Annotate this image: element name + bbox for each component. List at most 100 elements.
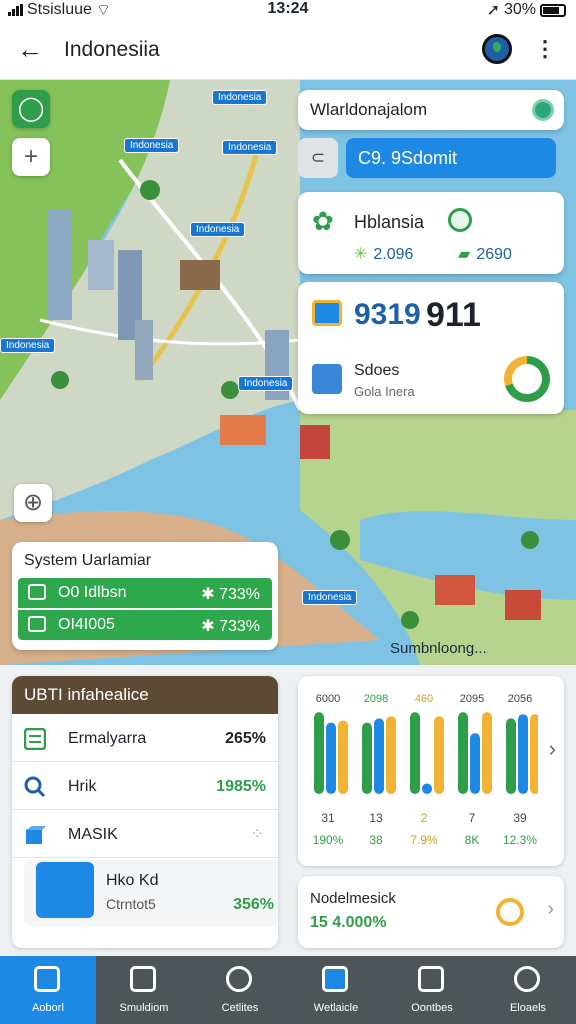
region-stat-1: ✳ 2.096 — [354, 246, 414, 263]
chart-top-label: 460 — [415, 693, 433, 705]
summary-value: 15 4.000% — [310, 914, 387, 931]
stats-card[interactable]: 9319 911 Sdoes Gola Inera — [298, 282, 564, 414]
chart-bar[interactable] — [422, 783, 432, 795]
bar-chart-panel: 6000 2098 460 2095 2056 31 13 2 7 39 190% 38 7.9% 8K 1… — [298, 676, 564, 866]
home-icon — [34, 966, 60, 992]
chart-bar[interactable] — [386, 716, 396, 794]
chart-bar[interactable] — [374, 718, 384, 794]
chart-bar[interactable] — [506, 718, 516, 794]
chart-bar[interactable] — [518, 714, 528, 794]
list-item[interactable]: Hrik 1985% — [12, 764, 278, 810]
battery-percent: 30% — [503, 1, 536, 18]
map-pin-label[interactable]: Indonesia — [190, 222, 246, 237]
chart-bar[interactable] — [326, 722, 336, 794]
map-footer-label: Sumbnloong... — [390, 640, 487, 657]
infrastructure-title: UBTI infahealice — [12, 676, 278, 714]
list-icon — [24, 728, 46, 750]
chart-top-label: 2098 — [364, 693, 388, 705]
page-title: Indonesiia — [64, 38, 160, 61]
system-card-title: System Uarlamiar — [24, 552, 152, 569]
chart-bottom-label: 7 — [469, 811, 476, 825]
donut-chart-icon — [504, 356, 550, 402]
nav-item-vehicle[interactable]: Wetlaicle — [288, 956, 384, 1024]
region-card[interactable]: ✿ Hblansia ✳ 2.096 ▰ 2690 — [298, 192, 564, 274]
region-stat-2: ▰ 2690 — [458, 246, 512, 263]
search-icon[interactable]: ⊂ — [298, 138, 338, 178]
nav-item-profile[interactable]: Eloaels — [480, 956, 576, 1024]
ring-icon — [496, 898, 524, 926]
vehicle-icon — [322, 966, 348, 992]
chart-bottom-label: 13 — [369, 811, 383, 825]
globe-icon[interactable] — [482, 34, 512, 64]
back-arrow-icon[interactable]: ← — [14, 34, 46, 66]
bottom-navigation: Aoborl Smuldiom Cetlites Wetlaicle Oontb… — [0, 956, 576, 1024]
region-name: Hblansia — [354, 212, 425, 232]
location-badge-icon — [532, 99, 554, 121]
chart-percent-label: 38 — [369, 833, 383, 847]
status-bar: Stsisluue ⌔ 13:24 ➚ 30% — [0, 0, 576, 22]
summary-card[interactable]: Nodelmesick 15 4.000% › — [298, 876, 564, 948]
grid-dots-icon[interactable]: ⁘ — [251, 824, 266, 844]
list-item[interactable]: MASIK ⁘ — [12, 812, 278, 858]
stats-sublabel: Gola Inera — [354, 384, 415, 399]
map-pin-label[interactable]: Indonesia — [222, 140, 278, 155]
map-pin-label[interactable]: Indonesia — [124, 138, 180, 153]
chart-bar[interactable] — [530, 714, 538, 794]
box-icon — [26, 826, 46, 844]
chart-bar[interactable] — [338, 720, 348, 795]
nav-item-cities[interactable]: Cetlites — [192, 956, 288, 1024]
map-pin-label[interactable]: Indonesia — [238, 376, 294, 391]
search-card-label: Wlarldonajalom — [310, 100, 428, 119]
stats-value-1: 9319 — [354, 298, 421, 331]
chart-percent-label: 7.9% — [410, 833, 438, 847]
stats-label: Sdoes — [354, 362, 400, 379]
chart-bar[interactable] — [410, 712, 420, 794]
chart-bar[interactable] — [482, 712, 492, 794]
zoom-in-icon[interactable]: + — [12, 138, 50, 176]
nav-item-options[interactable]: Oontbes — [384, 956, 480, 1024]
region-icon: ✿ — [312, 206, 334, 236]
list-item[interactable]: Ermalyarra 265% — [12, 716, 278, 762]
map-pin-label[interactable]: Indonesia — [302, 590, 358, 605]
search-input[interactable]: C9. 9Sdomit — [346, 138, 556, 178]
nav-item-home[interactable]: Aoborl — [0, 956, 96, 1024]
infrastructure-tile[interactable]: Hko Kd Ctrntot5 356% — [24, 860, 278, 926]
device-icon — [28, 616, 46, 632]
infrastructure-panel: UBTI infahealice Ermalyarra 265% Hrik 19… — [12, 676, 278, 948]
summary-title: Nodelmesick — [310, 890, 396, 907]
app-header: ← Indonesiia ⋮ — [0, 22, 576, 80]
store-icon — [130, 966, 156, 992]
chart-top-label: 2056 — [508, 693, 532, 705]
map-pin-label[interactable]: Indonesia — [0, 338, 56, 353]
chart-bar[interactable] — [434, 716, 444, 794]
chevron-right-icon[interactable]: › — [549, 736, 556, 762]
chart-bar[interactable] — [470, 733, 480, 794]
circle-icon — [226, 966, 252, 992]
stats-value-2: 911 — [426, 296, 481, 334]
person-icon — [514, 966, 540, 992]
folder-icon — [418, 966, 444, 992]
more-vertical-icon[interactable]: ⋮ — [532, 34, 558, 64]
layers-icon[interactable]: ◯ — [12, 90, 50, 128]
search-field-row: ⊂ C9. 9Sdomit — [298, 138, 564, 178]
chart-bottom-label: 39 — [513, 811, 527, 825]
locate-me-icon[interactable]: ⊕ — [14, 484, 52, 522]
sparkle-icon: ✳ — [354, 246, 368, 263]
chart-bar[interactable] — [314, 712, 324, 794]
chart-top-label: 2095 — [460, 693, 484, 705]
chevron-right-icon[interactable]: › — [547, 898, 554, 921]
chart-bar[interactable] — [458, 712, 468, 794]
system-row[interactable]: O0 Idlbsn ✱ 733% — [18, 578, 272, 608]
bar-chart: 6000 2098 460 2095 2056 31 13 2 7 39 190% 38 7.9% 8K 1… — [313, 693, 538, 847]
bar-chart-icon — [36, 862, 94, 918]
system-row[interactable]: OI4I005 ✱ 733% — [18, 610, 272, 640]
system-card[interactable]: System Uarlamiar O0 Idlbsn ✱ 733% OI4I00… — [12, 542, 278, 650]
map-pin-label[interactable]: Indonesia — [212, 90, 268, 105]
chart-bar[interactable] — [362, 722, 372, 794]
search-card[interactable]: Wlarldonajalom — [298, 90, 564, 130]
chart-percent-label: 8K — [465, 833, 480, 847]
ticket-icon: ▰ — [458, 246, 471, 263]
chart-percent-label: 12.3% — [503, 833, 537, 847]
nav-item-simulation[interactable]: Smuldiom — [96, 956, 192, 1024]
store-icon — [312, 300, 342, 326]
